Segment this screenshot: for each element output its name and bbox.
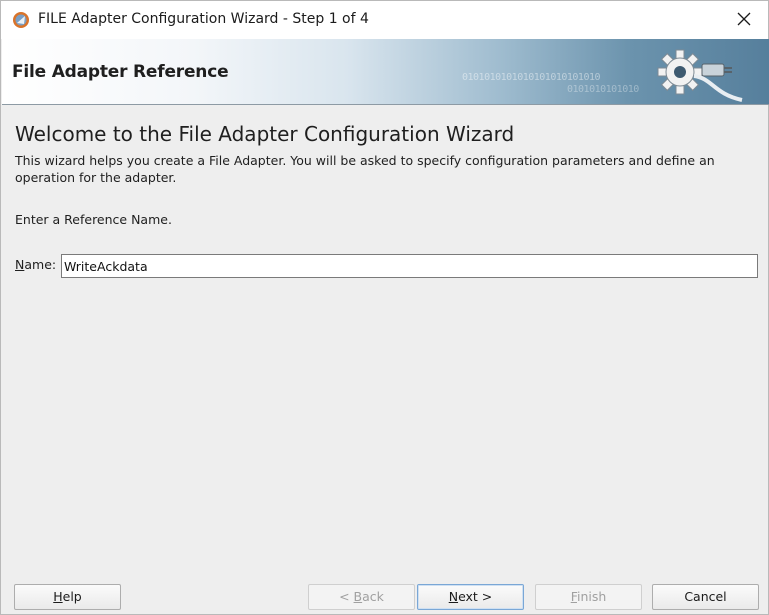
cancel-button[interactable]: Cancel (652, 584, 759, 610)
banner-title: File Adapter Reference (12, 62, 229, 82)
close-icon (737, 11, 751, 30)
reference-name-prompt: Enter a Reference Name. (15, 212, 172, 227)
banner-binary-text: 0101010101010101010101010 (462, 72, 601, 83)
intro-description: This wizard helps you create a File Adap… (15, 153, 715, 185)
back-label: ack (362, 589, 384, 604)
page-heading: Welcome to the File Adapter Configuratio… (15, 122, 515, 146)
back-mnemonic: B (353, 589, 363, 604)
back-button[interactable]: < Back (308, 584, 415, 610)
next-button[interactable]: Next > (417, 584, 524, 610)
title-bar: FILE Adapter Configuration Wizard - Step… (1, 1, 768, 39)
reference-name-input[interactable] (61, 254, 758, 278)
name-label-text: ame: (24, 257, 57, 272)
finish-label: inish (576, 589, 607, 604)
banner-binary-text-2: 0101010101010 (567, 84, 639, 95)
next-label: ext > (458, 589, 493, 604)
finish-button[interactable]: Finish (535, 584, 642, 610)
help-mnemonic: H (53, 589, 63, 604)
help-label: elp (62, 589, 82, 604)
back-prefix: < (339, 589, 354, 604)
gear-plug-icon (642, 42, 762, 104)
name-label: Name: (15, 257, 56, 272)
jdeveloper-icon (12, 11, 30, 29)
name-label-mnemonic: N (15, 257, 25, 272)
wizard-window: FILE Adapter Configuration Wizard - Step… (0, 0, 769, 615)
next-mnemonic: N (448, 589, 459, 604)
close-button[interactable] (720, 1, 768, 39)
help-button[interactable]: Help (14, 584, 121, 610)
wizard-banner: File Adapter Reference 01010101010101010… (2, 39, 769, 105)
window-title: FILE Adapter Configuration Wizard - Step… (38, 11, 369, 27)
